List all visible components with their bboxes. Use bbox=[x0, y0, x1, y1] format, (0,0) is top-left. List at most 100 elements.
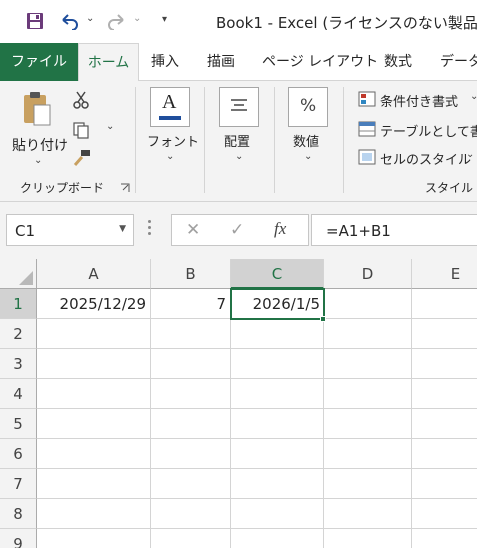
cell-styles-button[interactable]: セルのスタイル bbox=[380, 149, 471, 168]
cell-e1[interactable] bbox=[412, 289, 477, 319]
cell-c6[interactable] bbox=[231, 439, 324, 469]
row-header-5[interactable]: 5 bbox=[0, 409, 37, 439]
cell-a1[interactable]: 2025/12/29 bbox=[37, 289, 151, 319]
column-header-a[interactable]: A bbox=[37, 259, 151, 289]
cell-c3[interactable] bbox=[231, 349, 324, 379]
row-header-3[interactable]: 3 bbox=[0, 349, 37, 379]
cell-a8[interactable] bbox=[37, 499, 151, 529]
undo-dropdown-icon[interactable]: ⌄ bbox=[86, 13, 94, 24]
cell-b1[interactable]: 7 bbox=[151, 289, 231, 319]
row-header-6[interactable]: 6 bbox=[0, 439, 37, 469]
font-dropdown-icon[interactable]: ⌄ bbox=[166, 151, 174, 162]
number-format-button[interactable]: % bbox=[288, 87, 328, 127]
copy-icon[interactable] bbox=[72, 121, 90, 139]
tab-page-layout[interactable]: ページ レイアウト bbox=[262, 43, 378, 81]
row-header-2[interactable]: 2 bbox=[0, 319, 37, 349]
cell-b9[interactable] bbox=[151, 529, 231, 548]
cell-c1[interactable]: 2026/1/5 bbox=[230, 288, 325, 320]
cell-b5[interactable] bbox=[151, 409, 231, 439]
cell-b6[interactable] bbox=[151, 439, 231, 469]
column-header-e[interactable]: E bbox=[412, 259, 477, 289]
font-button[interactable]: A bbox=[150, 87, 190, 127]
copy-dropdown-icon[interactable]: ⌄ bbox=[106, 121, 114, 132]
alignment-button[interactable] bbox=[219, 87, 259, 127]
conditional-format-button[interactable]: 条件付き書式 bbox=[380, 91, 458, 110]
cell-a3[interactable] bbox=[37, 349, 151, 379]
redo-dropdown-icon[interactable]: ⌄ bbox=[133, 13, 141, 24]
cell-e9[interactable] bbox=[412, 529, 477, 548]
cell-a4[interactable] bbox=[37, 379, 151, 409]
cell-c9[interactable] bbox=[231, 529, 324, 548]
tab-draw[interactable]: 描画 bbox=[207, 43, 235, 81]
cell-styles-dropdown-icon[interactable]: ⌄ bbox=[466, 149, 474, 160]
row-header-1[interactable]: 1 bbox=[0, 289, 37, 319]
insert-function-button[interactable]: fx bbox=[274, 219, 286, 239]
paste-button[interactable]: 貼り付け ⌄ bbox=[10, 87, 68, 171]
cell-e5[interactable] bbox=[412, 409, 477, 439]
format-as-table-button[interactable]: テーブルとして書式 bbox=[380, 121, 477, 140]
name-box[interactable]: C1 ▼ bbox=[6, 214, 134, 246]
number-dropdown-icon[interactable]: ⌄ bbox=[304, 151, 312, 162]
worksheet-grid[interactable]: A B C D E 1 2 3 4 5 6 7 8 9 2025/12/29 7… bbox=[0, 259, 477, 548]
cell-b8[interactable] bbox=[151, 499, 231, 529]
column-header-d[interactable]: D bbox=[324, 259, 412, 289]
cell-a2[interactable] bbox=[37, 319, 151, 349]
cell-a7[interactable] bbox=[37, 469, 151, 499]
cell-a5[interactable] bbox=[37, 409, 151, 439]
row-header-9[interactable]: 9 bbox=[0, 529, 37, 548]
cell-c2[interactable] bbox=[231, 319, 324, 349]
paintbrush-icon[interactable] bbox=[72, 149, 92, 167]
tab-file[interactable]: ファイル bbox=[0, 43, 78, 81]
conditional-format-dropdown-icon[interactable]: ⌄ bbox=[470, 91, 477, 102]
tab-formulas[interactable]: 数式 bbox=[384, 43, 412, 81]
cell-c4[interactable] bbox=[231, 379, 324, 409]
cell-e7[interactable] bbox=[412, 469, 477, 499]
dialog-launcher-icon[interactable] bbox=[120, 183, 130, 193]
redo-icon[interactable] bbox=[106, 12, 126, 30]
cell-e6[interactable] bbox=[412, 439, 477, 469]
select-all-button[interactable] bbox=[0, 259, 37, 289]
cell-d9[interactable] bbox=[324, 529, 412, 548]
cell-d7[interactable] bbox=[324, 469, 412, 499]
formula-input[interactable]: =A1+B1 bbox=[311, 214, 477, 246]
alignment-dropdown-icon[interactable]: ⌄ bbox=[235, 151, 243, 162]
cell-d5[interactable] bbox=[324, 409, 412, 439]
column-header-b[interactable]: B bbox=[151, 259, 231, 289]
row-header-8[interactable]: 8 bbox=[0, 499, 37, 529]
save-icon[interactable] bbox=[26, 12, 44, 30]
cell-b7[interactable] bbox=[151, 469, 231, 499]
tab-insert[interactable]: 挿入 bbox=[151, 43, 179, 81]
name-box-dropdown-icon[interactable]: ▼ bbox=[119, 224, 126, 234]
cell-b4[interactable] bbox=[151, 379, 231, 409]
cell-a9[interactable] bbox=[37, 529, 151, 548]
cell-a6[interactable] bbox=[37, 439, 151, 469]
enter-icon[interactable]: ✓ bbox=[230, 220, 244, 240]
row-header-7[interactable]: 7 bbox=[0, 469, 37, 499]
customize-qat-icon[interactable]: ▾ bbox=[162, 14, 167, 25]
fill-handle[interactable] bbox=[320, 316, 326, 322]
cell-d1[interactable] bbox=[324, 289, 412, 319]
cell-d4[interactable] bbox=[324, 379, 412, 409]
cell-b3[interactable] bbox=[151, 349, 231, 379]
cell-c7[interactable] bbox=[231, 469, 324, 499]
tab-home[interactable]: ホーム bbox=[78, 43, 139, 82]
cell-e2[interactable] bbox=[412, 319, 477, 349]
cell-c5[interactable] bbox=[231, 409, 324, 439]
cell-e8[interactable] bbox=[412, 499, 477, 529]
formula-bar-grip-icon[interactable] bbox=[148, 220, 152, 238]
cell-d8[interactable] bbox=[324, 499, 412, 529]
undo-icon[interactable] bbox=[60, 12, 80, 30]
cell-c8[interactable] bbox=[231, 499, 324, 529]
scissors-icon[interactable] bbox=[72, 91, 90, 109]
cancel-icon[interactable]: ✕ bbox=[186, 220, 200, 240]
cell-d3[interactable] bbox=[324, 349, 412, 379]
cell-d6[interactable] bbox=[324, 439, 412, 469]
paste-dropdown-icon[interactable]: ⌄ bbox=[34, 155, 42, 166]
column-header-c[interactable]: C bbox=[231, 259, 324, 289]
cell-e3[interactable] bbox=[412, 349, 477, 379]
row-header-4[interactable]: 4 bbox=[0, 379, 37, 409]
tab-data[interactable]: データ bbox=[440, 43, 477, 81]
cell-e4[interactable] bbox=[412, 379, 477, 409]
cell-d2[interactable] bbox=[324, 319, 412, 349]
cell-b2[interactable] bbox=[151, 319, 231, 349]
